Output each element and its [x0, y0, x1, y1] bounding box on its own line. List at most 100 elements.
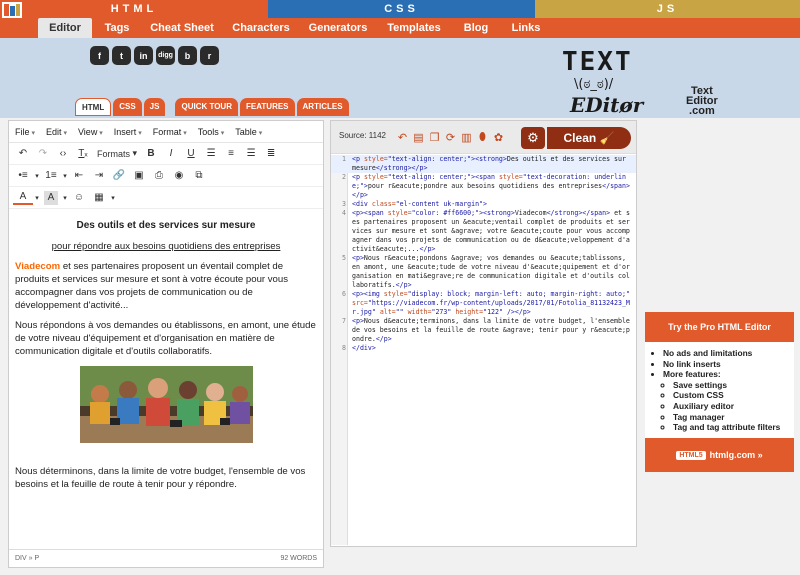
promo-title[interactable]: Try the Pro HTML Editor — [645, 312, 794, 342]
mouse-icon[interactable]: ⬮ — [476, 130, 489, 144]
nav-links[interactable]: Links — [504, 18, 548, 38]
site-logo-icon[interactable] — [2, 2, 22, 18]
code-line: 5 <p>Nous r&eacute;pondons &agrave; vos d… — [342, 254, 630, 289]
code-icon[interactable]: ‹› — [53, 145, 73, 163]
undo-icon[interactable]: ↶ — [396, 130, 409, 144]
social-links: f t in digg b r — [90, 46, 219, 65]
numbered-list-dropdown-icon[interactable]: ▾ — [61, 167, 69, 185]
code-toolbar: Source: 1142 ↶ ▤ ❐ ⟳ ▥ ⬮ ✿ ⚙ Clean 🧹 — [331, 121, 636, 154]
tab-articles[interactable]: ARTICLES — [296, 98, 349, 116]
code-line: 1 <p style="text-align: center;"><strong>… — [331, 155, 636, 173]
lang-html-tab[interactable]: HTML — [0, 0, 268, 18]
menu-tools[interactable]: Tools — [198, 127, 224, 137]
list-item: No link inserts — [663, 359, 794, 370]
tab-html[interactable]: HTML — [75, 98, 112, 116]
menu-table[interactable]: Table — [235, 127, 262, 137]
nav-templates[interactable]: Templates — [382, 18, 446, 38]
tab-features[interactable]: FEATURES — [240, 98, 295, 116]
redo-icon[interactable]: ↷ — [33, 145, 53, 163]
menu-view[interactable]: View — [78, 127, 103, 137]
undo-icon[interactable]: ↶ — [13, 145, 33, 163]
bg-color-dropdown-icon[interactable]: ▾ — [61, 189, 69, 207]
new-file-icon[interactable]: ▤ — [412, 130, 425, 144]
code-line: 2 <p style="text-align: center;"><span st… — [342, 173, 630, 199]
nav-characters[interactable]: Characters — [228, 18, 294, 38]
nav-cheat-sheet[interactable]: Cheat Sheet — [146, 18, 218, 38]
editor-toolbar-row1: ↶ ↷ ‹› Tₓ Formats ▾ B I U ☰ ≡ ☰ ≣ — [9, 143, 323, 165]
language-bar: HTML CSS JS — [0, 0, 800, 18]
align-center-icon[interactable]: ≡ — [221, 145, 241, 163]
menu-file[interactable]: File — [15, 127, 35, 137]
linkedin-icon[interactable]: in — [134, 46, 153, 65]
clean-button[interactable]: Clean 🧹 — [547, 127, 631, 149]
refresh-icon[interactable]: ⟳ — [444, 130, 457, 144]
main-nav: Editor Tags Cheat Sheet Characters Gener… — [0, 18, 800, 38]
tab-css[interactable]: CSS — [113, 98, 142, 116]
htmlg-link[interactable]: HTML5 htmlg.com » — [645, 438, 794, 472]
element-path[interactable]: DIV » P — [15, 555, 39, 562]
lang-css-tab[interactable]: CSS — [268, 0, 535, 18]
content-paragraph-1: Viadecom et ses partenaires proposent un… — [15, 260, 317, 312]
numbered-list-icon[interactable]: 1≡ — [41, 167, 61, 185]
table-dropdown-icon[interactable]: ▾ — [109, 189, 117, 207]
content-subheading: pour répondre aux besoins quotidiens des… — [51, 241, 281, 252]
brand-sub3: .com — [689, 105, 715, 117]
reddit-icon[interactable]: r — [200, 46, 219, 65]
copy-icon[interactable]: ❐ — [428, 130, 441, 144]
code-editor[interactable]: 1 <p style="text-align: center;"><strong>… — [331, 155, 636, 545]
nav-blog[interactable]: Blog — [456, 18, 496, 38]
settings-gear-icon[interactable]: ⚙ — [521, 127, 545, 149]
list-item: Tag and tag attribute filters — [673, 422, 794, 433]
facebook-icon[interactable]: f — [90, 46, 109, 65]
editor-content[interactable]: Des outils et des services sur mesure po… — [9, 209, 323, 499]
link-icon[interactable]: 🔗 — [109, 167, 129, 185]
bullet-list-icon[interactable]: •≡ — [13, 167, 33, 185]
tab-js[interactable]: JS — [143, 98, 166, 116]
document-icon[interactable]: ▥ — [460, 130, 473, 144]
more-features-label: More features: — [663, 369, 721, 380]
align-left-icon[interactable]: ☰ — [201, 145, 221, 163]
text-editor-logo[interactable]: TEXT \(ಠ_ಠ)/ EDitør — [560, 46, 688, 118]
print-icon[interactable]: ⎙ — [149, 167, 169, 185]
outdent-icon[interactable]: ⇤ — [69, 167, 89, 185]
text-color-dropdown-icon[interactable]: ▾ — [33, 189, 41, 207]
emoticon-icon[interactable]: ☺ — [69, 189, 89, 207]
promo-feature-list: No ads and limitations No link inserts M… — [645, 342, 794, 433]
tab-quick-tour[interactable]: QUICK TOUR — [175, 98, 238, 116]
lang-js-tab[interactable]: JS — [535, 0, 800, 18]
html5-badge: HTML5 — [676, 450, 706, 460]
blogger-icon[interactable]: b — [178, 46, 197, 65]
htmlg-link-label: htmlg.com » — [709, 450, 763, 460]
nav-editor[interactable]: Editor — [38, 18, 92, 38]
wysiwyg-editor: File Edit View Insert Format Tools Table… — [8, 120, 324, 568]
code-line: 7 <p>Nous d&eacute;terminons, dans la lim… — [342, 317, 634, 343]
palette-icon[interactable]: ✿ — [492, 130, 505, 144]
text-color-icon[interactable]: A — [13, 191, 33, 205]
brand-face: \(ಠ_ಠ)/ — [574, 77, 614, 92]
italic-icon[interactable]: I — [161, 145, 181, 163]
twitter-icon[interactable]: t — [112, 46, 131, 65]
underline-icon[interactable]: U — [181, 145, 201, 163]
menu-format[interactable]: Format — [153, 127, 187, 137]
nav-generators[interactable]: Generators — [304, 18, 372, 38]
image-icon[interactable]: ▣ — [129, 167, 149, 185]
indent-icon[interactable]: ⇥ — [89, 167, 109, 185]
bg-color-icon[interactable]: A — [44, 190, 58, 205]
editor-toolbar-row2: •≡ ▾ 1≡ ▾ ⇤ ⇥ 🔗 ▣ ⎙ ◉ ⧉ — [9, 165, 323, 187]
menu-insert[interactable]: Insert — [114, 127, 142, 137]
content-paragraph-2: Nous répondons à vos demandes ou établis… — [15, 320, 316, 357]
clear-format-icon[interactable]: Tₓ — [73, 145, 93, 163]
bullet-list-dropdown-icon[interactable]: ▾ — [33, 167, 41, 185]
nav-tags[interactable]: Tags — [96, 18, 138, 38]
formats-dropdown[interactable]: Formats ▾ — [93, 145, 141, 163]
menu-edit[interactable]: Edit — [46, 127, 67, 137]
media-icon[interactable]: ⧉ — [189, 167, 209, 185]
align-justify-icon[interactable]: ≣ — [261, 145, 281, 163]
bold-icon[interactable]: B — [141, 145, 161, 163]
preview-icon[interactable]: ◉ — [169, 167, 189, 185]
align-right-icon[interactable]: ☰ — [241, 145, 261, 163]
table-icon[interactable]: ▦ — [89, 189, 109, 207]
lang-js-label: JS — [656, 3, 679, 15]
digg-icon[interactable]: digg — [156, 46, 175, 65]
list-item: Tag manager — [673, 412, 794, 423]
